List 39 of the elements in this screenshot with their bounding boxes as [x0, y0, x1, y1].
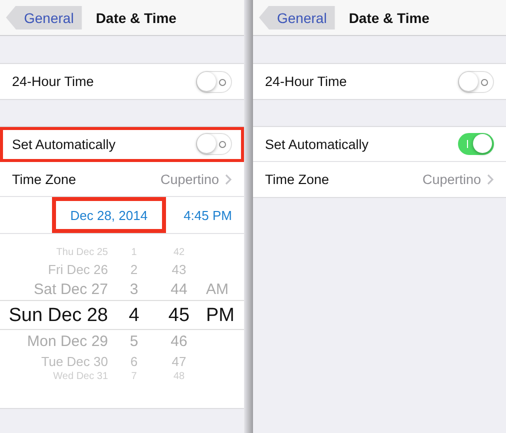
- row-label: Set Automatically: [265, 136, 370, 152]
- back-button[interactable]: General: [6, 6, 82, 30]
- picker-item[interactable]: 43: [156, 260, 202, 278]
- picker-item[interactable]: Sun Dec 28: [0, 300, 112, 330]
- picker-item[interactable]: Mon Dec 29: [0, 330, 112, 352]
- chevron-icon: [225, 174, 232, 184]
- picker-item[interactable]: 47: [156, 352, 202, 370]
- picker-item[interactable]: 44: [156, 278, 202, 300]
- picker-item[interactable]: Fri Dec 26: [0, 260, 112, 278]
- time-zone-row[interactable]: Time Zone Cupertino: [253, 162, 506, 197]
- chevron-icon: [487, 174, 494, 185]
- picker-item[interactable]: Sat Dec 27: [0, 278, 112, 300]
- row-label: Time Zone: [265, 172, 330, 187]
- back-button[interactable]: General: [259, 6, 335, 30]
- picker-item[interactable]: Tue Dec 30: [0, 352, 112, 370]
- time-value[interactable]: 4:45 PM: [184, 197, 232, 233]
- toggle-switch[interactable]: [196, 70, 232, 92]
- picker-item[interactable]: PM: [202, 300, 244, 330]
- picker-item[interactable]: 45: [156, 300, 202, 330]
- picker-item[interactable]: 5: [112, 330, 156, 352]
- toggle-switch[interactable]: [196, 133, 232, 155]
- toggle-switch[interactable]: [458, 133, 494, 155]
- picker-item[interactable]: 6: [112, 352, 156, 370]
- picker-item[interactable]: AM: [202, 278, 244, 300]
- nav-title: Date & Time: [348, 10, 430, 26]
- row-label: Time Zone: [12, 172, 78, 186]
- picker-item[interactable]: 2: [112, 260, 156, 278]
- picker-item[interactable]: 46: [156, 330, 202, 352]
- toggle-switch[interactable]: [458, 70, 494, 92]
- row-value: Cupertino: [422, 172, 481, 187]
- nav-title: Date & Time: [96, 10, 176, 26]
- row-label: 24-Hour Time: [265, 74, 348, 89]
- row-label: 24-Hour Time: [12, 74, 95, 89]
- time-zone-row[interactable]: Time Zone Cupertino: [0, 162, 244, 197]
- row-value: Cupertino: [160, 172, 219, 186]
- picker-item[interactable]: 3: [112, 278, 156, 300]
- picker-item[interactable]: 4: [112, 300, 156, 330]
- row-label: Set Automatically: [12, 136, 117, 152]
- date-value[interactable]: Dec 28, 2014: [52, 197, 166, 233]
